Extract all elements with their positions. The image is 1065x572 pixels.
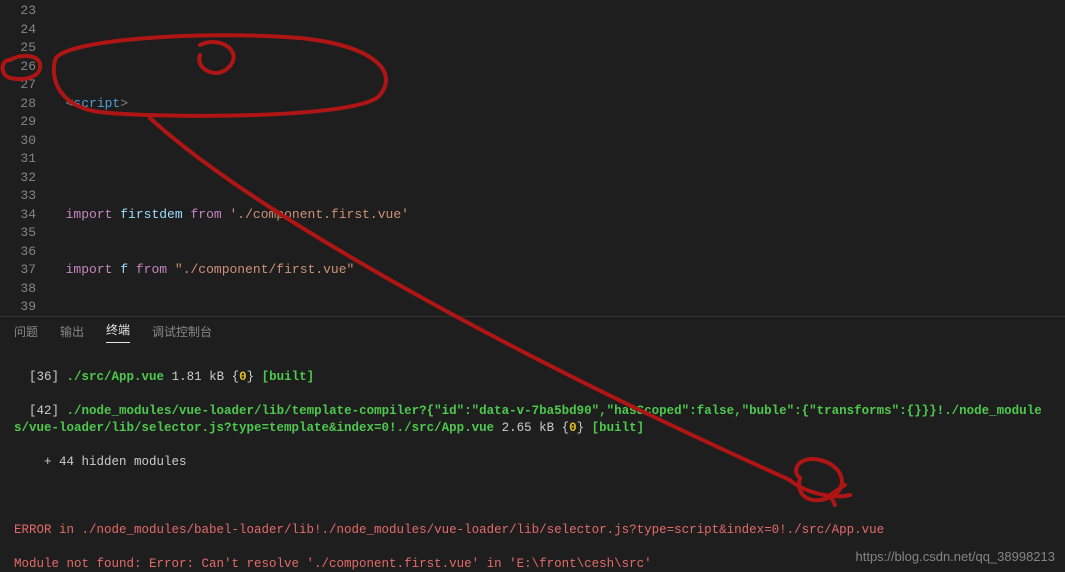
- terminal-error: ERROR in ./node_modules/babel-loader/lib…: [14, 522, 1051, 539]
- line-number: 35: [0, 224, 36, 243]
- terminal-output[interactable]: [36] ./src/App.vue 1.81 kB {0} [built] […: [0, 346, 1065, 572]
- code-editor[interactable]: 23 24 25 26 27 28 29 30 31 32 33 34 35 3…: [0, 0, 1065, 316]
- tab-debug-console[interactable]: 调试控制台: [152, 323, 212, 340]
- line-number: 26: [0, 58, 36, 77]
- line-gutter: 23 24 25 26 27 28 29 30 31 32 33 34 35 3…: [0, 0, 50, 316]
- line-number: 27: [0, 76, 36, 95]
- code-line: import f from "./component/first.vue": [50, 261, 1065, 280]
- terminal-line: [14, 488, 1051, 505]
- code-line: [50, 150, 1065, 169]
- code-line: import firstdem from './component.first.…: [50, 206, 1065, 225]
- line-number: 39: [0, 298, 36, 316]
- line-number: 28: [0, 95, 36, 114]
- tab-problems[interactable]: 问题: [14, 323, 38, 340]
- terminal-line: [42] ./node_modules/vue-loader/lib/templ…: [14, 403, 1051, 437]
- line-number: 31: [0, 150, 36, 169]
- line-number: 24: [0, 21, 36, 40]
- line-number: 33: [0, 187, 36, 206]
- line-number: 37: [0, 261, 36, 280]
- terminal-line: + 44 hidden modules: [14, 454, 1051, 471]
- code-content[interactable]: <script> import firstdem from './compone…: [50, 0, 1065, 316]
- watermark: https://blog.csdn.net/qq_38998213: [856, 549, 1056, 564]
- line-number: 34: [0, 206, 36, 225]
- code-line: <script>: [50, 95, 1065, 114]
- terminal-line: [36] ./src/App.vue 1.81 kB {0} [built]: [14, 369, 1051, 386]
- line-number: 23: [0, 2, 36, 21]
- line-number: 38: [0, 280, 36, 299]
- tab-output[interactable]: 输出: [60, 323, 84, 340]
- tab-terminal[interactable]: 终端: [106, 321, 130, 343]
- line-number: 29: [0, 113, 36, 132]
- line-number: 32: [0, 169, 36, 188]
- panel-tabs: 问题 输出 终端 调试控制台: [0, 316, 1065, 346]
- line-number: 25: [0, 39, 36, 58]
- line-number: 30: [0, 132, 36, 151]
- line-number: 36: [0, 243, 36, 262]
- code-line: [50, 39, 1065, 58]
